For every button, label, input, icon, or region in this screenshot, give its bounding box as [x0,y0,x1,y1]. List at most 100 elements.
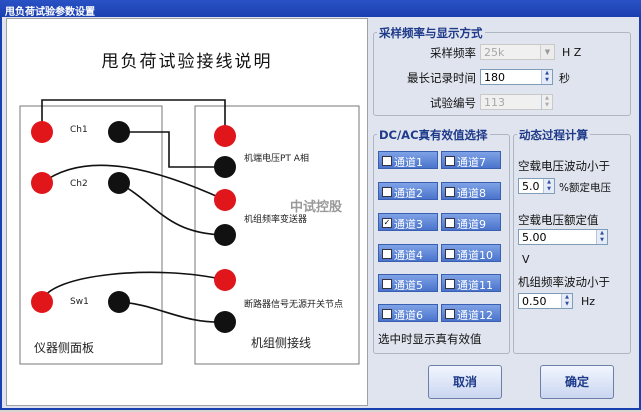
terminal-pt-red [214,125,236,147]
checkbox-box[interactable] [445,309,455,319]
channel-label: 通道5 [394,279,423,292]
sample-rate-label: 采样频率 [430,46,476,60]
max-record-time-input[interactable]: 180 ▲ ▼ [480,69,553,85]
instrument-panel-outline [19,105,163,365]
freq-fluctuation-value: 0.50 [522,295,547,308]
terminal-freq-red [214,189,236,211]
spin-down-icon[interactable]: ▼ [541,102,552,109]
checkbox-box[interactable] [445,156,455,166]
channel-6-checkbox[interactable]: 通道6 [378,304,438,322]
spin-up-icon[interactable]: ▲ [543,179,554,186]
wire-ch2-black [118,182,226,236]
channel-5-checkbox[interactable]: 通道5 [378,274,438,292]
channel-label: 通道4 [394,249,423,262]
terminal-label-sw1: Sw1 [70,297,89,307]
spin-up-icon[interactable]: ▲ [541,70,552,77]
terminal-sw1-red [31,291,53,313]
cancel-button[interactable]: 取消 [428,365,502,399]
max-record-time-label: 最长记录时间 [407,71,476,85]
voltage-fluctuation-unit: %额定电压 [559,182,611,194]
checkbox-box[interactable] [445,218,455,228]
label-breaker-contact: 断路器信号无源开关节点 [244,300,344,310]
terminal-freq-black [214,224,236,246]
terminal-label-ch2: Ch2 [70,179,88,189]
channel-4-checkbox[interactable]: 通道4 [378,244,438,262]
checkbox-box[interactable] [445,249,455,259]
dynamic-group-title: 动态过程计算 [517,127,590,143]
spin-up-icon[interactable]: ▲ [596,230,607,237]
sample-rate-value: 25k [484,46,505,59]
freq-fluctuation-label: 机组频率波动小于 [518,275,610,289]
instrument-panel-label: 仪器侧面板 [34,341,95,355]
max-record-time-value: 180 [484,71,505,84]
channel-label: 通道11 [457,279,493,292]
rated-voltage-input[interactable]: 5.00 ▲ ▼ [518,229,608,245]
voltage-fluctuation-label: 空载电压波动小于 [518,159,610,173]
channel-9-checkbox[interactable]: 通道9 [441,213,501,231]
spin-down-icon[interactable]: ▼ [561,301,572,308]
sampling-group-title: 采样频率与显示方式 [377,25,485,41]
freq-fluctuation-input[interactable]: 0.50 ▲ ▼ [518,293,573,309]
diagram-title: 甩负荷试验接线说明 [101,52,273,72]
channel-group-title: DC/AC真有效值选择 [377,127,490,143]
terminal-ch1-black [108,121,130,143]
channel-label: 通道2 [394,187,423,200]
sample-rate-unit: H Z [562,46,582,59]
checkbox-box[interactable] [382,249,392,259]
spin-down-icon[interactable]: ▼ [541,77,552,84]
checkbox-box[interactable] [445,187,455,197]
spin-down-icon[interactable]: ▼ [543,186,554,193]
unit-panel-label: 机组侧接线 [251,336,312,350]
rated-voltage-value: 5.00 [522,231,547,244]
wire-sw1-black [118,301,226,323]
channel-label: 通道8 [457,187,486,200]
channel-footer-note: 选中时显示真有效值 [378,332,482,346]
channel-label: 通道10 [457,249,493,262]
ok-button[interactable]: 确定 [540,365,614,399]
checkbox-box[interactable] [382,187,392,197]
checkbox-box-checked[interactable]: ✓ [382,218,392,228]
checkbox-box[interactable] [382,309,392,319]
channel-8-checkbox[interactable]: 通道8 [441,182,501,200]
checkbox-box[interactable] [382,279,392,289]
terminal-ch1-red [31,121,53,143]
checkbox-box[interactable] [445,279,455,289]
channel-label: 通道7 [457,156,486,169]
channel-2-checkbox[interactable]: 通道2 [378,182,438,200]
label-pt-phase-a: 机端电压PT A相 [244,154,309,164]
test-number-value: 113 [484,96,505,109]
sample-rate-select[interactable]: 25k ▼ [480,44,555,60]
rated-voltage-spinner[interactable]: ▲ ▼ [596,230,607,244]
terminal-breaker-black [214,311,236,333]
test-number-spinner[interactable]: ▲ ▼ [541,95,552,109]
terminal-pt-black [214,156,236,178]
test-number-label: 试验编号 [430,96,476,110]
channel-7-checkbox[interactable]: 通道7 [441,151,501,169]
terminal-breaker-red [214,269,236,291]
channel-label: 通道12 [457,309,493,322]
spin-down-icon[interactable]: ▼ [596,237,607,244]
test-number-input[interactable]: 113 ▲ ▼ [480,94,553,110]
freq-fluctuation-unit: Hz [581,295,596,308]
freq-fluctuation-spinner[interactable]: ▲ ▼ [561,294,572,308]
channel-11-checkbox[interactable]: 通道11 [441,274,501,292]
voltage-fluctuation-spinner[interactable]: ▲ ▼ [543,179,554,193]
watermark: 中试控股 [290,200,343,215]
title-bar: 甩负荷试验参数设置 [0,0,641,18]
channel-label: 通道3 [394,218,423,231]
max-record-time-spinner[interactable]: ▲ ▼ [541,70,552,84]
max-record-time-unit: 秒 [559,72,570,85]
checkbox-box[interactable] [382,156,392,166]
rated-voltage-unit: V [522,253,530,266]
terminal-sw1-black [108,291,130,313]
channel-1-checkbox[interactable]: 通道1 [378,151,438,169]
wire-ch1-black [119,131,225,168]
spin-up-icon[interactable]: ▲ [541,95,552,102]
terminal-ch2-red [31,172,53,194]
voltage-fluctuation-value: 5.0 [522,180,540,193]
spin-up-icon[interactable]: ▲ [561,294,572,301]
channel-12-checkbox[interactable]: 通道12 [441,304,501,322]
channel-10-checkbox[interactable]: 通道10 [441,244,501,262]
channel-3-checkbox[interactable]: ✓ 通道3 [378,213,438,231]
voltage-fluctuation-input[interactable]: 5.0 ▲ ▼ [518,178,555,194]
